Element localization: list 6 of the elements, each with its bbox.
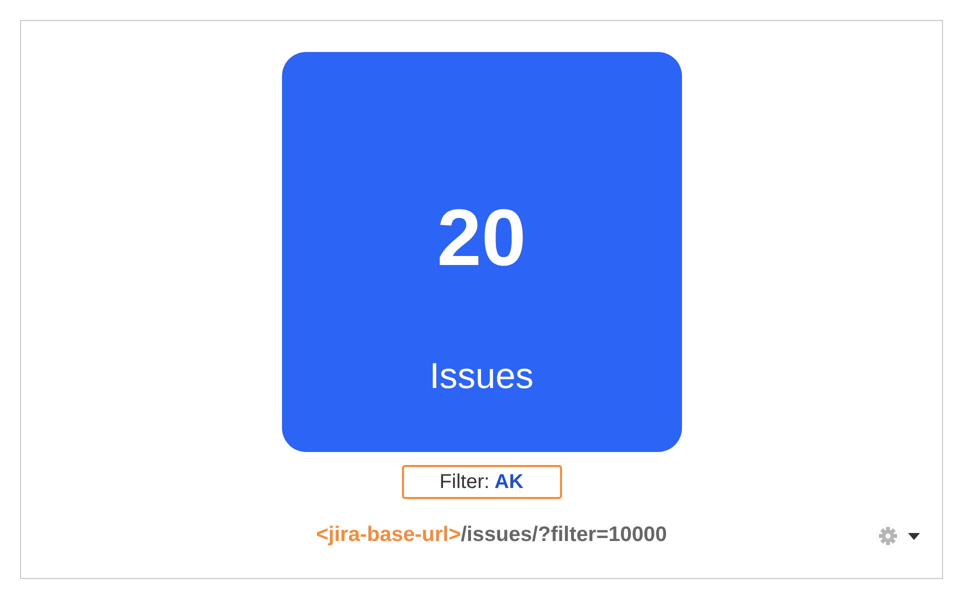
issue-count: 20 xyxy=(437,198,526,278)
filter-label: Filter: xyxy=(440,470,490,494)
filter-value: AK xyxy=(494,470,524,494)
tile-label: Issues xyxy=(429,358,534,394)
caret-icon[interactable] xyxy=(908,532,920,540)
filter-link[interactable]: <jira-base-url>/issues/?filter=10000 xyxy=(316,523,667,547)
